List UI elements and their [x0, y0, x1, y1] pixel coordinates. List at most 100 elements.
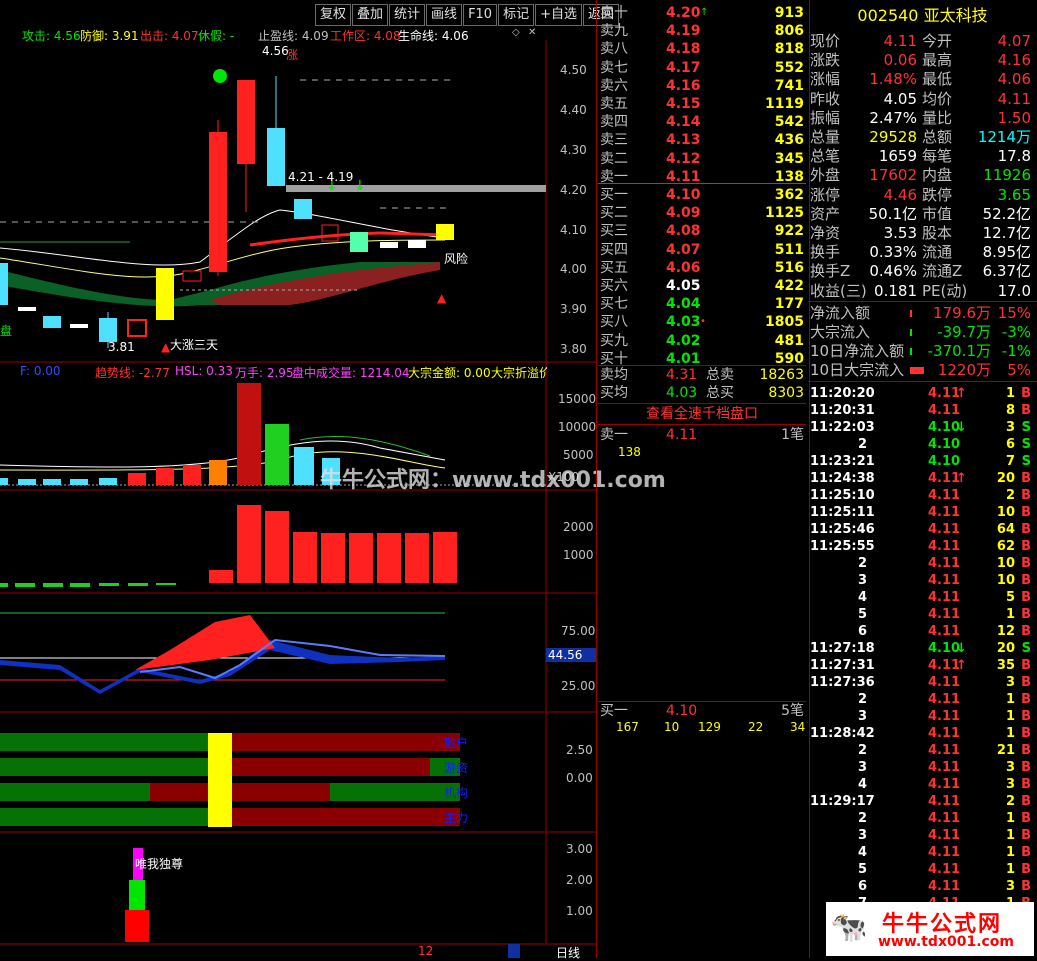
sell1-vol: 138	[618, 445, 641, 459]
tick-row: 11:20:31 4.11 8 B	[810, 403, 1031, 418]
vol-axis-3: 5000	[563, 448, 594, 462]
tick-row: 5 4.11 1 B	[858, 607, 1031, 622]
tick-row: 4 4.11 1 B	[858, 845, 1031, 860]
level-price: 4.04	[666, 296, 701, 313]
tick-row: 11:22:03 4.10 ↓ 3 S	[810, 420, 1031, 435]
quote-row: 换手 0.33% 流通 8.95亿	[810, 243, 1031, 262]
bid-row[interactable]: 买四 4.07 511	[598, 241, 806, 259]
ask-row[interactable]: 卖六 4.16 741	[598, 77, 806, 95]
ask-row[interactable]: 卖八 4.18 818	[598, 40, 806, 58]
ask-row[interactable]: 卖三 4.13 436	[598, 131, 806, 149]
tick-row: 2 4.11 1 B	[858, 811, 1031, 826]
quote-row: 涨跌 0.06 最高 4.16	[810, 51, 1031, 70]
p4-axis-1: 75.00	[561, 624, 596, 638]
level-volume: 362	[774, 187, 804, 203]
price-axis: 4.50 4.40 4.30 4.20 4.10 4.00 3.90 3.80	[560, 63, 587, 356]
bid-row[interactable]: 买九 4.02 481	[598, 332, 806, 350]
tick-row: 11:23:21 4.10 7 S	[810, 454, 1031, 469]
level-label: 卖三	[600, 132, 628, 149]
ask-row[interactable]: 卖九 4.19 806	[598, 22, 806, 40]
mark-button[interactable]: 标记	[498, 4, 535, 26]
level-volume: 516	[774, 259, 804, 276]
bid-row[interactable]: 买五 4.06 516	[598, 259, 806, 277]
pan-label: 盘	[0, 324, 13, 338]
level-mark: •	[700, 316, 706, 328]
sell1-detail: 卖一 4.11 1笔	[600, 427, 804, 443]
level-volume: 177	[774, 296, 804, 313]
level-volume: 542	[774, 114, 804, 131]
level-price: 4.08	[666, 223, 701, 240]
ask-row[interactable]: 卖四 4.14 542	[598, 113, 806, 131]
p5-label-2: 游资	[444, 761, 469, 775]
rest-label: 休假: -	[198, 29, 235, 43]
quote-row: 现价 4.11 今开 4.07	[810, 32, 1031, 50]
bid-row[interactable]: 买二 4.09 1125	[598, 204, 806, 222]
tick-row: 2 4.11 21 B	[858, 743, 1031, 758]
level-volume: 1119	[765, 96, 804, 112]
bid-row[interactable]: 买八 4.03 • 1805	[598, 313, 806, 331]
tick-row: 4 4.11 3 B	[858, 777, 1031, 792]
level-label: 卖五	[600, 96, 628, 112]
vol-axis-1: 15000	[558, 392, 597, 406]
dazong2-label: 大宗折溢价	[491, 366, 547, 380]
level-label: 卖十	[600, 5, 628, 21]
tick-row: 11:29:17 4.11 2 B	[810, 794, 1031, 809]
tick-row: 2 4.10 6 S	[858, 437, 1031, 452]
quote-row: 总笔 1659 每笔 17.8	[810, 147, 1031, 166]
level-volume: 806	[774, 23, 804, 40]
ask-row[interactable]: 卖七 4.17 552	[598, 59, 806, 77]
draw-button[interactable]: 画线	[426, 4, 463, 26]
ask-row[interactable]: 卖十 4.20 ↑ 913	[598, 4, 806, 22]
flow-divider	[808, 381, 1037, 382]
close-icon[interactable]: ✕	[528, 27, 536, 38]
level-volume: 511	[774, 241, 804, 258]
tick-row: 3 4.11 10 B	[858, 573, 1031, 588]
f10-button[interactable]: F10	[463, 4, 498, 26]
level-label: 卖九	[600, 23, 628, 40]
period-label[interactable]: 日线	[556, 944, 580, 961]
tick-row: 3 4.11 3 B	[858, 760, 1031, 775]
overlay-button[interactable]: 叠加	[352, 4, 389, 26]
ob-divider	[598, 183, 806, 184]
svg-text:↓: ↓	[354, 178, 366, 194]
view-all-depth-button[interactable]: 查看全速千档盘口	[598, 403, 806, 425]
site-logo: 🐄 牛牛公式网 www.tdx001.com	[826, 902, 1034, 956]
bid-row[interactable]: 买三 4.08 922	[598, 222, 806, 240]
zhang-label: 涨	[286, 48, 299, 62]
add-watchlist-button[interactable]: +自选	[535, 4, 583, 26]
svg-text:▲: ▲	[437, 291, 447, 305]
flow-row: 净流入额 179.6万 15%	[810, 304, 1031, 322]
chart-area[interactable]: ↓ ↓ ▲ ▲ 攻击: 4.56 防御: 3.91 出击: 4.07 休假: -…	[0, 0, 666, 961]
level-volume: 552	[774, 59, 804, 76]
p6-axis-2: 2.00	[566, 873, 593, 887]
wanshou-label: 万手: 2.95	[235, 366, 294, 380]
adjust-button[interactable]: 复权	[315, 4, 352, 26]
level-volume: 422	[774, 278, 804, 294]
bid-row[interactable]: 买一 4.10 362	[598, 186, 806, 204]
ask-row[interactable]: 卖二 4.12 345	[598, 150, 806, 168]
level-label: 买四	[600, 241, 628, 258]
tick-row: 11:28:42 4.11 1 B	[810, 726, 1031, 741]
flow-row: 10日净流入额 -370.1万 -1%	[810, 342, 1031, 360]
fengxian-label: 风险	[444, 252, 469, 266]
stats-button[interactable]: 统计	[389, 4, 426, 26]
bid-row[interactable]: 买六 4.05 422	[598, 277, 806, 295]
tick-row: 11:25:55 4.11 62 B	[810, 539, 1031, 554]
level-label: 买八	[600, 314, 628, 331]
p6-label: 唯我独尊	[135, 857, 184, 871]
p5-label-1: 散户	[444, 736, 469, 750]
level-volume: 913	[774, 5, 804, 21]
level-volume: 741	[774, 77, 804, 94]
cow-icon: 🐄	[830, 910, 868, 945]
quote-row: 资产 50.1亿 市值 52.2亿	[810, 204, 1031, 223]
level-price: 4.02	[666, 332, 701, 349]
diamond-icon[interactable]: ◇	[512, 27, 520, 38]
bid-row[interactable]: 买七 4.04 177	[598, 295, 806, 313]
defend-label: 防御: 3.91	[80, 29, 139, 43]
tick-row: 3 4.11 1 B	[858, 828, 1031, 843]
candles	[0, 76, 454, 348]
p6-axis-3: 1.00	[566, 904, 593, 918]
level-price: 4.20	[666, 5, 701, 21]
level-volume: 818	[774, 41, 804, 58]
ask-row[interactable]: 卖五 4.15 1119	[598, 95, 806, 113]
